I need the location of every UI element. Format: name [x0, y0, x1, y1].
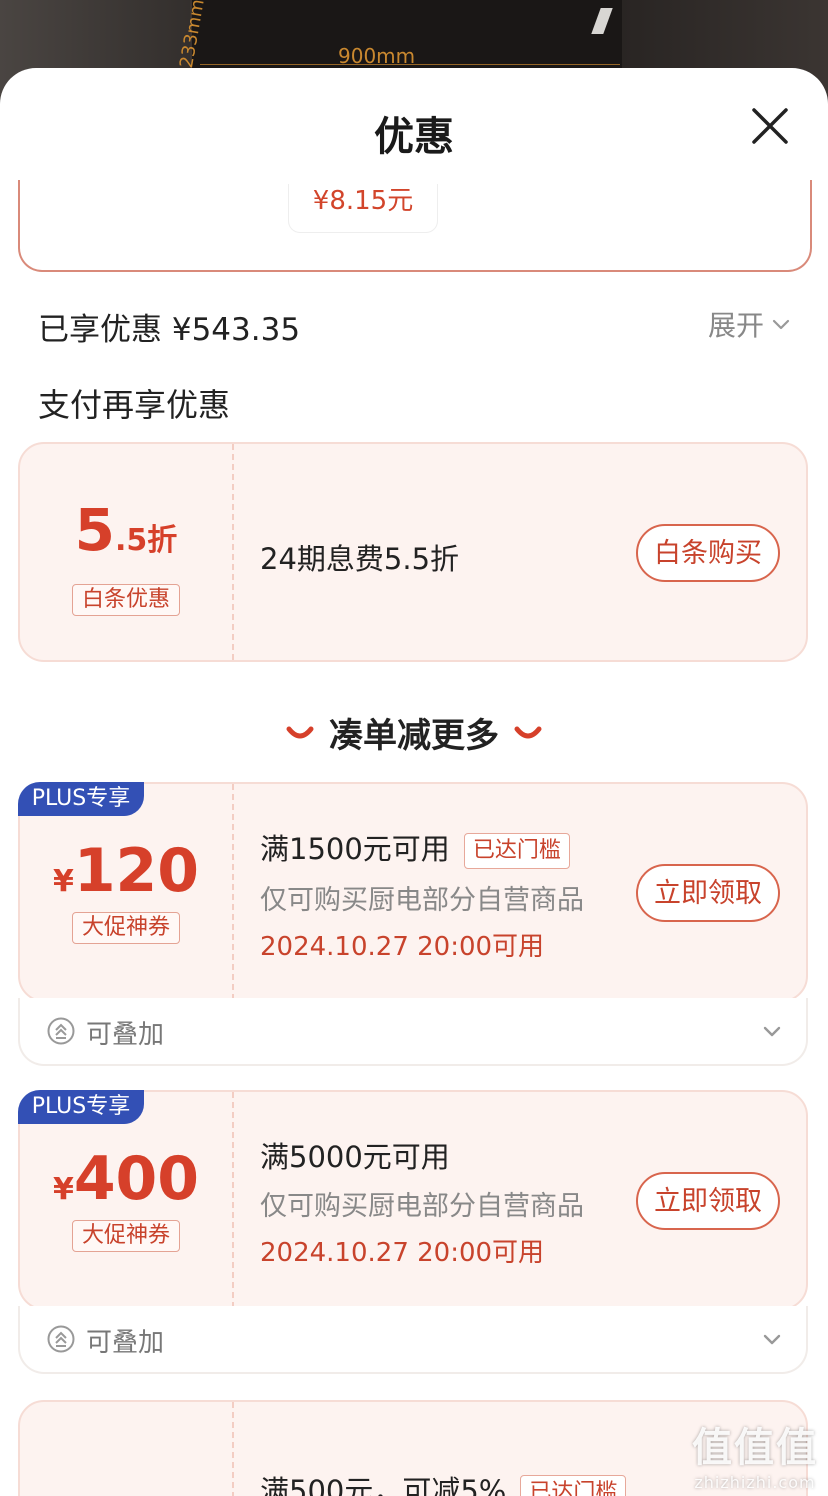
- threshold-reached-tag: 已达门槛: [520, 1475, 627, 1496]
- more-section-title: 凑单减更多: [0, 708, 828, 757]
- smile-curve-icon: [286, 726, 314, 738]
- smile-curve-icon: [514, 726, 542, 738]
- coupon-amount-value: 120: [73, 836, 200, 906]
- dashed-divider: [232, 784, 234, 1000]
- claim-coupon-button[interactable]: 立即领取: [636, 864, 780, 922]
- coupon-condition-text: 满500元，可减5%: [260, 1474, 507, 1496]
- coupon-condition: 满500元，可减5% 已达门槛: [260, 1468, 627, 1496]
- watermark-logo: 值值值: [692, 1425, 818, 1471]
- baitiao-tag: 白条优惠: [72, 584, 180, 616]
- expand-label: 展开: [707, 309, 764, 342]
- coupon-amount-value: 400: [73, 1144, 200, 1214]
- close-icon: [752, 108, 788, 144]
- coupon-amount: ¥400: [20, 1144, 232, 1214]
- discount-value: 5.5折: [20, 496, 232, 564]
- coupon-left-panel: ¥400 大促神券: [20, 1092, 232, 1308]
- dimension-label-horizontal: 900mm: [338, 44, 416, 68]
- claim-coupon-button[interactable]: 立即领取: [636, 1172, 780, 1230]
- coupon-condition: 满1500元可用 已达门槛: [260, 826, 570, 869]
- coupon-card: PLUS专享 ¥120 大促神券 满1500元可用 已达门槛 仅可购买厨电部分自营…: [18, 782, 808, 1002]
- price-chip: ¥8.15元: [288, 184, 438, 233]
- dashed-divider: [232, 1402, 234, 1496]
- baitiao-desc: 24期息费5.5折: [260, 542, 460, 576]
- stackable-label: 可叠加: [86, 1328, 165, 1358]
- previous-discount-card: ¥8.15元: [18, 180, 812, 272]
- coupon-scope: 仅可购买厨电部分自营商品: [260, 885, 584, 916]
- saved-amount-text: 已享优惠 ¥543.35: [38, 312, 301, 348]
- baitiao-buy-button[interactable]: 白条购买: [636, 524, 780, 582]
- discount-sub: .5折: [115, 523, 178, 558]
- coupon-date: 2024.10.27 20:00可用: [260, 932, 545, 962]
- threshold-reached-tag: 已达门槛: [463, 833, 570, 869]
- coupon-left-panel: 满减: [20, 1402, 232, 1496]
- discount-sheet: 优惠 ¥8.15元 已享优惠 ¥543.35 展开 支付再享优惠 5.5折 白条…: [0, 68, 828, 1496]
- coupon-amount: 满减: [20, 1484, 232, 1496]
- chevron-down-icon: [763, 1026, 781, 1037]
- currency-symbol: ¥: [52, 1172, 74, 1207]
- baitiao-discount-card: 5.5折 白条优惠 24期息费5.5折 白条购买: [18, 442, 808, 662]
- watermark-url: zhizhizhi.com: [694, 1473, 816, 1492]
- dashed-divider: [232, 444, 234, 660]
- chevron-down-icon: [772, 319, 790, 330]
- coupon-card: 满减 满500元，可减5% 已达门槛: [18, 1400, 808, 1496]
- more-title-text: 凑单减更多: [329, 716, 499, 756]
- coupon-left-panel: 5.5折 白条优惠: [20, 444, 232, 660]
- coupon-condition-text: 满5000元可用: [260, 1140, 450, 1174]
- coupon-type-tag: 大促神券: [72, 1220, 180, 1252]
- coupon-condition-text: 满1500元可用: [260, 832, 450, 866]
- stack-icon: [47, 1017, 75, 1045]
- close-button[interactable]: [748, 104, 792, 148]
- stackable-row[interactable]: 可叠加: [18, 998, 808, 1066]
- pay-section-title: 支付再享优惠: [38, 386, 231, 424]
- stackable-row[interactable]: 可叠加: [18, 1306, 808, 1374]
- coupon-amount: ¥120: [20, 836, 232, 906]
- coupon-type-tag: 大促神券: [72, 912, 180, 944]
- currency-symbol: ¥: [52, 864, 74, 899]
- site-watermark: 值值值 zhizhizhi.com: [692, 1415, 818, 1492]
- stackable-label: 可叠加: [86, 1020, 165, 1050]
- coupon-card: PLUS专享 ¥400 大促神券 满5000元可用 仅可购买厨电部分自营商品 2…: [18, 1090, 808, 1310]
- expand-toggle[interactable]: 展开: [708, 304, 792, 344]
- coupon-scope: 仅可购买厨电部分自营商品: [260, 1191, 584, 1222]
- chevron-down-icon: [763, 1334, 781, 1345]
- sheet-title: 优惠: [374, 114, 454, 160]
- coupon-date: 2024.10.27 20:00可用: [260, 1238, 545, 1268]
- dashed-divider: [232, 1092, 234, 1308]
- coupon-left-panel: ¥120 大促神券: [20, 784, 232, 1000]
- discount-main: 5: [74, 496, 116, 564]
- stack-icon: [47, 1325, 75, 1353]
